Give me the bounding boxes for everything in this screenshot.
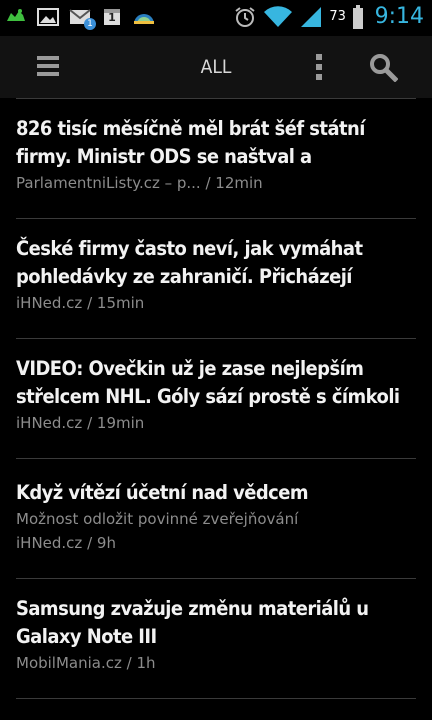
android-icon <box>4 6 28 28</box>
wifi-icon <box>263 5 293 29</box>
list-item[interactable]: VIDEO: Ovečkin už je zase nejlepším stře… <box>16 355 416 435</box>
article-title-line: pohledávky ze zahraničí. Přicházejí <box>16 265 352 288</box>
divider <box>16 698 416 699</box>
alarm-icon <box>233 5 257 29</box>
calendar-day: 1 <box>108 11 116 24</box>
article-title-line: VIDEO: Ovečkin už je zase nejlepším <box>16 357 364 380</box>
list-item[interactable]: Když vítězí účetní nad vědcem Možnost od… <box>16 479 416 555</box>
article-summary: Možnost odložit povinné zveřejňování <box>16 510 299 528</box>
divider <box>16 98 416 99</box>
status-bar: 1 1 73 9:14 <box>0 0 432 36</box>
article-source: iHNed.cz / 9h <box>16 534 116 552</box>
signal-icon <box>299 5 323 29</box>
image-icon <box>36 6 60 28</box>
article-title-line: 826 tisíc měsíčně měl brát šéf státní <box>16 117 365 140</box>
article-source: ParlamentniListy.cz – p... / 12min <box>16 174 263 192</box>
article-title-line: střelcem NHL. Góly sází prostě s čímkoli <box>16 385 400 408</box>
search-icon[interactable] <box>368 52 399 83</box>
list-item[interactable]: 826 tisíc měsíčně měl brát šéf státní fi… <box>16 115 416 195</box>
gmail-icon: 1 <box>68 6 96 30</box>
divider <box>16 218 416 219</box>
divider <box>16 578 416 579</box>
system-icons: 73 9:14 <box>233 4 424 29</box>
article-title-line: České firmy často neví, jak vymáhat <box>16 237 363 260</box>
article-title-line: Samsung zvažuje změnu materiálů u <box>16 597 369 620</box>
gmail-badge: 1 <box>84 18 96 30</box>
article-title-line: Když vítězí účetní nad vědcem <box>16 481 309 504</box>
article-source: MobilMania.cz / 1h <box>16 654 156 672</box>
divider <box>16 338 416 339</box>
article-source: iHNed.cz / 15min <box>16 294 145 312</box>
overflow-menu-icon[interactable] <box>308 52 330 82</box>
notification-icons: 1 1 <box>4 6 156 30</box>
article-title-line: firmy. Ministr ODS se naštval a <box>16 145 312 168</box>
action-bar: ALL <box>0 36 432 98</box>
article-source: iHNed.cz / 19min <box>16 414 145 432</box>
calendar-icon: 1 <box>100 6 124 28</box>
list-item[interactable]: České firmy často neví, jak vymáhat pohl… <box>16 235 416 315</box>
divider <box>16 458 416 459</box>
clock: 9:14 <box>374 4 424 29</box>
battery-percent: 73 <box>329 9 346 24</box>
battery-indicator: 73 <box>329 5 347 29</box>
list-item[interactable]: Samsung zvažuje změnu materiálů u Galaxy… <box>16 595 416 675</box>
article-title-line: Galaxy Note III <box>16 625 157 648</box>
weather-icon <box>132 6 156 28</box>
battery-icon <box>352 4 363 29</box>
